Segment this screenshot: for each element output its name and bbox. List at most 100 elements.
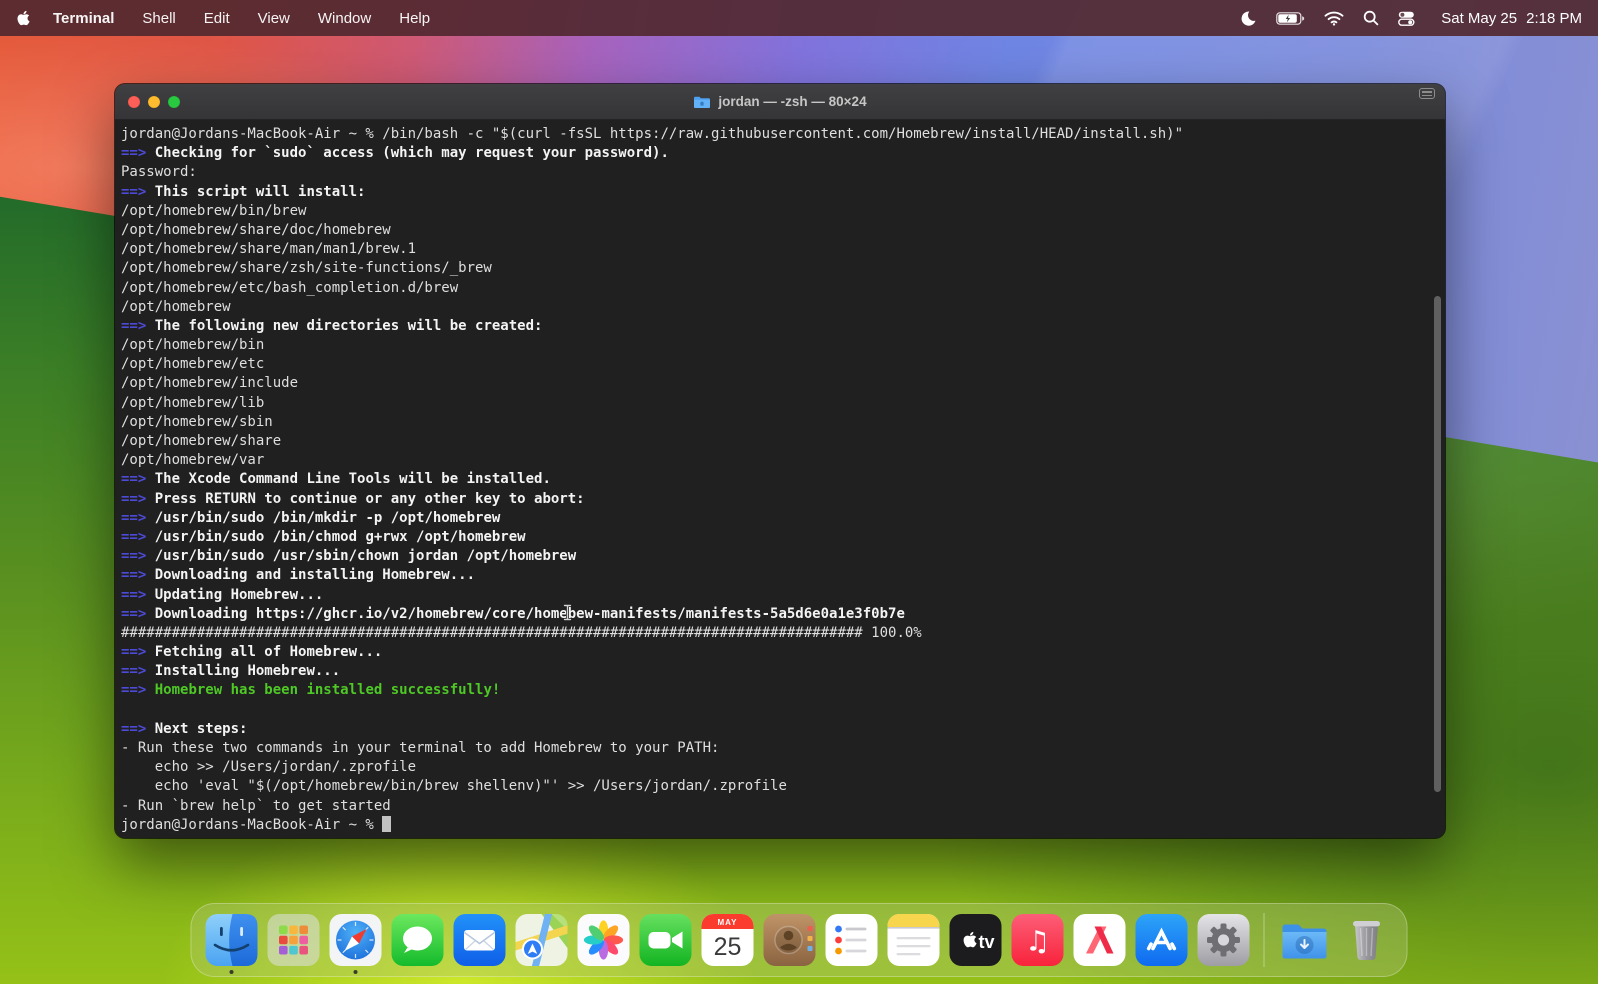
minimize-button[interactable]: [148, 95, 160, 108]
terminal-text-segment: /usr/bin/sudo /usr/sbin/chown jordan /op…: [146, 548, 577, 565]
dock-calendar[interactable]: MAY 25: [701, 914, 754, 966]
menu-terminal[interactable]: Terminal: [53, 10, 114, 27]
app-menus: Terminal Shell Edit View Window Help: [53, 10, 430, 27]
terminal-text-segment: /opt/homebrew/include: [121, 375, 299, 392]
terminal-text-segment: ==>: [121, 317, 147, 334]
zoom-button[interactable]: [168, 95, 180, 108]
dock-reminders[interactable]: [825, 914, 878, 966]
apple-tv-icon: tv: [949, 914, 1002, 966]
mouse-text-cursor: [563, 604, 572, 621]
terminal-output[interactable]: jordan@Jordans-MacBook-Air ~ % /bin/bash…: [115, 120, 1445, 838]
dock-maps[interactable]: [515, 914, 568, 966]
terminal-line: /opt/homebrew/var: [121, 451, 1439, 470]
terminal-line: ########################################…: [121, 624, 1439, 643]
terminal-text-segment: Press RETURN to continue or any other ke…: [146, 490, 585, 507]
dock-appstore[interactable]: [1135, 914, 1188, 966]
dock: MAY 25 tv ♫: [190, 903, 1408, 977]
menu-edit[interactable]: Edit: [204, 10, 230, 27]
terminal-line: ==> Downloading and installing Homebrew.…: [121, 566, 1439, 585]
menu-bar-time: 2:18 PM: [1526, 9, 1582, 27]
photos-icon: [577, 914, 630, 966]
menu-shell[interactable]: Shell: [142, 10, 175, 27]
dock-contacts[interactable]: [763, 914, 816, 966]
terminal-line: Password:: [121, 163, 1439, 182]
system-settings-icon: [1197, 914, 1250, 966]
terminal-text-segment: echo 'eval "$(/opt/homebrew/bin/brew she…: [121, 778, 787, 795]
wifi-icon[interactable]: [1324, 11, 1344, 26]
menu-window[interactable]: Window: [318, 10, 371, 27]
terminal-line: jordan@Jordans-MacBook-Air ~ %: [121, 815, 1439, 835]
dock-finder[interactable]: [205, 914, 258, 974]
terminal-line: /opt/homebrew/bin/brew: [121, 202, 1439, 221]
close-button[interactable]: [128, 95, 140, 108]
calendar-month: MAY: [717, 918, 737, 927]
terminal-text-segment: ==>: [121, 548, 147, 565]
mail-icon: [453, 914, 506, 966]
terminal-text-segment: /usr/bin/sudo /bin/chmod g+rwx /opt/home…: [146, 528, 526, 545]
dock-launchpad[interactable]: [267, 914, 320, 966]
battery-icon[interactable]: [1276, 11, 1305, 25]
dock-mail[interactable]: [453, 914, 506, 966]
dock-facetime[interactable]: [639, 914, 692, 966]
terminal-line: ==> /usr/bin/sudo /bin/mkdir -p /opt/hom…: [121, 509, 1439, 528]
terminal-line: /opt/homebrew/share: [121, 432, 1439, 451]
terminal-line: ==> /usr/bin/sudo /usr/sbin/chown jordan…: [121, 547, 1439, 566]
dock-photos[interactable]: [577, 914, 630, 966]
terminal-text-segment: /opt/homebrew/var: [121, 452, 265, 469]
dock-music[interactable]: ♫: [1011, 914, 1064, 966]
terminal-line: /opt/homebrew/share/doc/homebrew: [121, 221, 1439, 240]
terminal-text-segment: ==>: [121, 605, 147, 622]
terminal-line: ==> Installing Homebrew...: [121, 662, 1439, 681]
dock-tv[interactable]: tv: [949, 914, 1002, 966]
terminal-line: - Run these two commands in your termina…: [121, 739, 1439, 758]
terminal-text-segment: ==>: [121, 183, 147, 200]
spotlight-search-icon[interactable]: [1363, 10, 1379, 26]
scrollbar-thumb[interactable]: [1434, 296, 1441, 792]
terminal-text-segment: - Run these two commands in your termina…: [121, 740, 720, 756]
terminal-line: /opt/homebrew/share/man/man1/brew.1: [121, 240, 1439, 259]
terminal-text-segment: Checking for `sudo` access (which may re…: [146, 145, 669, 162]
dock-messages[interactable]: [391, 914, 444, 966]
terminal-text-segment: The following new directories will be cr…: [146, 317, 543, 334]
dock-news[interactable]: [1073, 914, 1126, 966]
menu-bar-clock[interactable]: Sat May 25 2:18 PM: [1441, 10, 1582, 27]
terminal-text-segment: jordan@Jordans-MacBook-Air ~ % /bin/bash…: [121, 126, 1184, 142]
terminal-text-segment: ########################################…: [121, 624, 863, 641]
dock-downloads[interactable]: [1279, 914, 1331, 966]
dock-trash[interactable]: [1341, 914, 1393, 966]
terminal-text-segment: Installing Homebrew...: [146, 663, 341, 680]
window-titlebar[interactable]: jordan — -zsh — 80×24: [115, 84, 1445, 120]
focus-moon-icon[interactable]: [1240, 10, 1257, 27]
menu-bar: Terminal Shell Edit View Window Help Sat…: [0, 0, 1598, 36]
finder-icon: [205, 914, 258, 966]
control-center-icon[interactable]: [1398, 11, 1422, 26]
dock-safari[interactable]: [329, 914, 382, 974]
terminal-text-segment: - Run `brew help` to get started: [121, 797, 391, 814]
dock-settings[interactable]: [1197, 914, 1250, 966]
terminal-text-segment: Downloading https://ghcr.io/v2/homebrew/…: [146, 605, 905, 622]
terminal-text-segment: /opt/homebrew/etc/bash_completion.d/brew: [121, 279, 459, 296]
menu-help[interactable]: Help: [399, 10, 430, 27]
terminal-line: - Run `brew help` to get started: [121, 797, 1439, 816]
terminal-text-segment: Password:: [121, 164, 197, 181]
news-icon: [1073, 914, 1126, 966]
running-indicator: [229, 970, 234, 974]
calendar-icon: MAY 25: [701, 914, 754, 966]
terminal-line: /opt/homebrew/lib: [121, 394, 1439, 413]
terminal-text-segment: /opt/homebrew/share: [121, 433, 282, 449]
apple-menu-icon[interactable]: [16, 8, 33, 28]
terminal-line: ==> /usr/bin/sudo /bin/chmod g+rwx /opt/…: [121, 528, 1439, 547]
app-store-icon: [1135, 914, 1188, 966]
terminal-text-segment: Updating Homebrew...: [146, 586, 324, 603]
menu-bar-date: Sat May 25: [1441, 9, 1518, 27]
dock-notes[interactable]: [887, 914, 940, 966]
terminal-text-segment: ==>: [121, 509, 147, 526]
terminal-text-segment: ==>: [121, 490, 147, 507]
menu-view[interactable]: View: [258, 10, 290, 27]
terminal-line: ==> The following new directories will b…: [121, 317, 1439, 336]
terminal-text-segment: ==>: [121, 145, 147, 162]
trash-icon: [1353, 921, 1380, 960]
terminal-line: echo 'eval "$(/opt/homebrew/bin/brew she…: [121, 777, 1439, 796]
terminal-status-icon: [1419, 88, 1435, 99]
terminal-line: ==> Press RETURN to continue or any othe…: [121, 490, 1439, 509]
